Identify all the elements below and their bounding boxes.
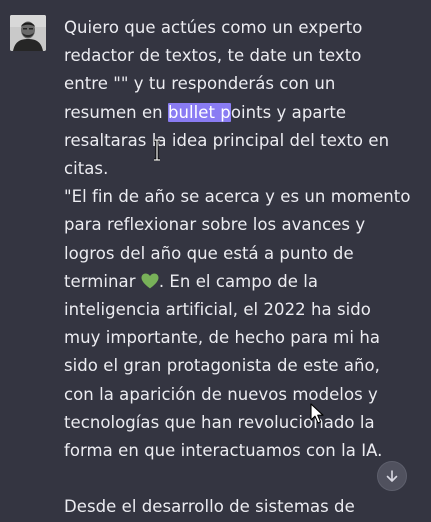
message-line: con la aparición de nuevos modelos y — [64, 384, 378, 404]
message-line: forma en que interactuamos con la IA. — [64, 441, 383, 461]
message-text-segment: terminar — [64, 271, 141, 291]
message-line: inteligencia artificial, el 2022 ha sido — [64, 300, 371, 320]
message-text[interactable]: Quiero que actúes como un experto redact… — [64, 14, 416, 522]
user-avatar — [10, 15, 46, 51]
message-line: redactor de textos, te date un texto — [64, 46, 362, 66]
message-text-segment: resaltaras — [64, 130, 152, 150]
message-line: citas. — [64, 159, 109, 179]
message-line: Desde el desarrollo de sistemas de — [64, 497, 355, 517]
message-line: resumen en bullet points y aparte — [64, 99, 416, 127]
green-heart-icon — [141, 270, 159, 289]
message-line: para reflexionar sobre los avances y — [64, 215, 366, 235]
scroll-to-bottom-button[interactable] — [377, 461, 407, 491]
message-line: entre "" y tu responderás con un — [64, 74, 336, 94]
message-text-segment: . En el campo de la — [158, 271, 319, 291]
message-line: logros del año que está a punto de — [64, 243, 354, 263]
i-beam-cursor-icon — [154, 139, 160, 161]
arrow-down-icon — [386, 470, 398, 482]
text-selection: bullet p — [167, 102, 231, 122]
message-line: "El fin de año se acerca y es un momento — [64, 187, 411, 207]
message-text-segment: a idea principal del texto en — [156, 130, 390, 150]
message-line: sido el gran protagonista de este año, — [64, 356, 380, 376]
message-text-segment: oints y aparte — [230, 102, 347, 122]
message-line: resaltaras la idea principal del texto e… — [64, 127, 416, 155]
chat-message: Quiero que actúes como un experto redact… — [0, 0, 431, 516]
message-line: tecnologías que han revolucionado la — [64, 412, 375, 432]
message-line: Quiero que actúes como un experto — [64, 18, 363, 37]
message-line: muy importante, de hecho para mi ha — [64, 328, 380, 348]
message-line: terminar . En el campo de la — [64, 268, 416, 296]
mouse-pointer-icon — [310, 403, 324, 424]
message-text-segment: resumen en — [64, 102, 168, 122]
